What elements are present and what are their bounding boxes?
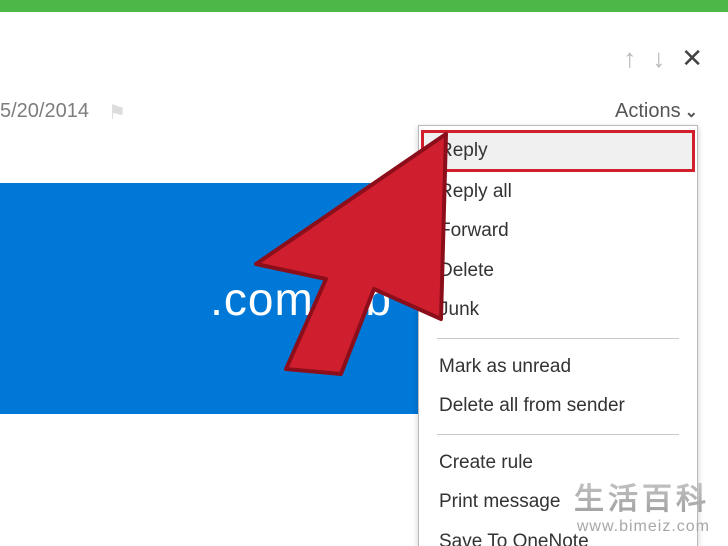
watermark-text-zh: 生活百科 — [574, 474, 710, 518]
menu-separator — [437, 434, 679, 435]
next-message-icon[interactable]: ↓ — [652, 45, 665, 71]
menu-item-delete-all-sender[interactable]: Delete all from sender — [419, 386, 697, 426]
menu-item-mark-unread[interactable]: Mark as unread — [419, 347, 697, 387]
menu-item-forward[interactable]: Forward — [419, 211, 697, 251]
menu-item-reply-all[interactable]: Reply all — [419, 172, 697, 212]
chevron-down-icon: ⌄ — [685, 102, 698, 122]
close-icon[interactable]: ✕ — [681, 45, 703, 71]
app-frame: ↑ ↓ ✕ 5/20/2014 ⚑ Actions ⌄ .com inb Rep… — [0, 0, 728, 546]
menu-item-reply[interactable]: Reply — [421, 130, 695, 172]
email-body-banner: .com inb — [0, 183, 420, 414]
window-accent-bar — [0, 0, 728, 12]
watermark-url: www.bimeiz.com — [574, 518, 710, 536]
menu-separator — [437, 338, 679, 339]
menu-item-delete[interactable]: Delete — [419, 251, 697, 291]
actions-label: Actions — [615, 100, 681, 123]
actions-dropdown-trigger[interactable]: Actions ⌄ — [615, 100, 698, 123]
banner-text: .com inb — [210, 272, 392, 326]
watermark: 生活百科 www.bimeiz.com — [574, 474, 710, 536]
message-nav-controls: ↑ ↓ ✕ — [623, 45, 703, 71]
message-date: 5/20/2014 — [0, 100, 89, 123]
flag-icon[interactable]: ⚑ — [108, 100, 126, 125]
menu-item-junk[interactable]: Junk — [419, 290, 697, 330]
prev-message-icon[interactable]: ↑ — [623, 45, 636, 71]
